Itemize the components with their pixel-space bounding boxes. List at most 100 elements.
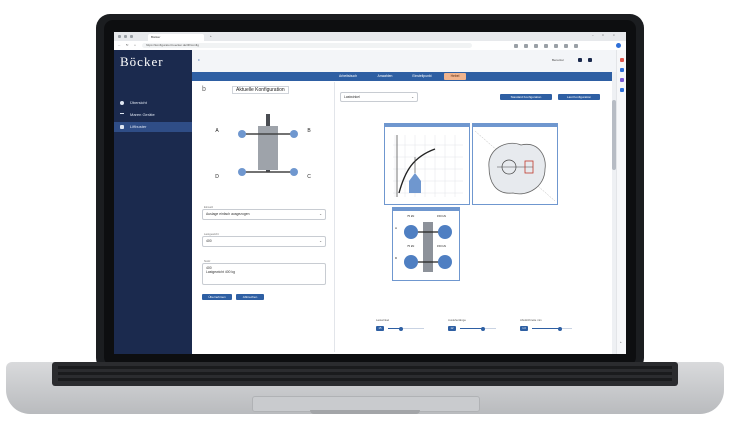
crane-chassis (423, 222, 433, 272)
hamburger-icon[interactable]: ≡ (198, 58, 200, 62)
wifi-icon (120, 113, 124, 118)
side-label-a: A (395, 226, 398, 230)
outrigger-card[interactable]: 75 kN 150 kN 75 kN 150 kN A D (392, 207, 460, 281)
load-curve-card[interactable] (384, 123, 470, 205)
sidebar-item-label: Liftbuster (130, 124, 147, 129)
chevron-down-icon: ⌄ (319, 239, 322, 243)
minimize-button[interactable]: – (592, 33, 594, 37)
home-icon[interactable]: ⌂ (134, 43, 136, 47)
sidebar-item-label: Maren Geräte (130, 112, 155, 117)
refresh-icon[interactable]: ↻ (126, 43, 129, 47)
cancel-button[interactable]: Abbrechen (236, 294, 264, 300)
position-label-c: C (307, 174, 311, 180)
load-config-button[interactable]: Last Konfiguration (558, 94, 600, 100)
reading-icon[interactable] (534, 44, 538, 48)
standard-config-button[interactable]: Standard Konfiguration (500, 94, 552, 100)
note-textarea[interactable]: 400 Lastgewicht 400 kg (202, 263, 326, 285)
sidebar: Böcker Übersicht Maren Geräte Liftbuster (114, 50, 192, 354)
chevron-down-icon: ⌄ (411, 95, 414, 99)
browser-tabbar: Böcker + – □ × (114, 32, 626, 41)
browser-side-panel: + (616, 50, 626, 354)
use-select[interactable]: Auslage einfach ausgezogen ⌄ (202, 209, 326, 220)
back-icon[interactable]: ← (118, 43, 121, 47)
window-icon[interactable] (118, 35, 121, 38)
split-icon[interactable] (544, 44, 548, 48)
slider-1-label: Lastwinkel (376, 318, 390, 322)
stability-zone (488, 142, 546, 195)
outrigger-diagram (404, 222, 452, 272)
use-select-value: Auslage einfach ausgezogen (206, 212, 250, 216)
pad-front-right[interactable] (438, 225, 452, 239)
outrigger-pad-d[interactable] (238, 168, 246, 176)
sidebar-item-overview[interactable]: Übersicht (114, 98, 192, 108)
collections-icon[interactable] (130, 35, 133, 38)
tab-einstellpunkt[interactable]: Einstellpunkt (404, 72, 440, 81)
slider-2-value[interactable]: 12 (448, 326, 456, 331)
app-root: Böcker Übersicht Maren Geräte Liftbuster… (114, 50, 626, 354)
slider-3-knob[interactable] (558, 326, 562, 331)
side-add-icon[interactable]: + (620, 340, 622, 344)
side-shopping-icon[interactable] (620, 68, 624, 72)
side-outlook-icon[interactable] (620, 88, 624, 92)
browser-tab[interactable]: Böcker (148, 34, 204, 41)
url-field[interactable]: https://konfigurator.boecker.de/lift/con… (142, 43, 472, 48)
close-button[interactable]: × (613, 33, 615, 37)
stability-diagram (474, 130, 556, 202)
dashboard-icon (120, 101, 124, 105)
pad-rear-right[interactable] (438, 255, 452, 269)
main-tabs: Arbeitsbuch Anwahlen Einstellpunkt Hebel (192, 72, 612, 81)
edge-copilot-icon[interactable] (616, 43, 621, 48)
user-icon[interactable] (578, 58, 582, 62)
slider-1-value[interactable]: 15 (376, 326, 384, 331)
laptop-notch (310, 410, 420, 414)
browser-tab-title: Böcker (151, 35, 161, 39)
user-name[interactable]: Benutzer (552, 58, 564, 62)
more-icon[interactable] (588, 58, 592, 62)
tab-anwahlen[interactable]: Anwahlen (370, 72, 400, 81)
wrench-icon (120, 125, 124, 129)
weight-select[interactable]: 400 ⌄ (202, 236, 326, 247)
chart-grid (393, 135, 463, 197)
pad-rear-left[interactable] (404, 255, 418, 269)
stability-card[interactable] (472, 123, 558, 205)
collections-bar-icon[interactable] (554, 44, 558, 48)
crane-body (258, 126, 278, 170)
position-label-a: A (215, 128, 219, 134)
tab-hebel[interactable]: Hebel (444, 73, 466, 80)
view-select[interactable]: Lastwinkel ⌄ (340, 92, 418, 102)
load-shape (409, 173, 421, 193)
card-header (393, 208, 459, 211)
menu-icon[interactable] (574, 44, 578, 48)
load-curve-chart (393, 135, 463, 197)
outrigger-pad-c[interactable] (290, 168, 298, 176)
slider-3-fill (532, 328, 560, 329)
view-select-value: Lastwinkel (344, 95, 360, 99)
side-search-icon[interactable] (620, 58, 624, 62)
app-topbar: ≡ Benutzer (192, 50, 626, 73)
pad-front-left[interactable] (404, 225, 418, 239)
extension-icon[interactable] (514, 44, 518, 48)
outrigger-pad-b[interactable] (290, 130, 298, 138)
slider-3-value[interactable]: 1.0 (520, 326, 528, 331)
favorites-icon[interactable] (524, 44, 528, 48)
crane-topview-diagram (238, 114, 298, 176)
position-label-b: B (307, 128, 311, 134)
tabs-icon[interactable] (124, 35, 127, 38)
sidebar-item-label: Übersicht (130, 100, 147, 105)
sidebar-item-devices[interactable]: Maren Geräte (114, 110, 192, 120)
share-icon[interactable] (564, 44, 568, 48)
laptop-screen: Böcker + – □ × ← ↻ ⌂ https://konfigurato… (114, 32, 626, 354)
new-tab-button[interactable]: + (210, 34, 212, 38)
keyboard (52, 362, 678, 386)
tab-arbeitsbuch[interactable]: Arbeitsbuch (330, 72, 366, 81)
weight-select-value: 400 (206, 239, 212, 243)
outrigger-pad-a[interactable] (238, 130, 246, 138)
sidebar-item-liftbuster[interactable]: Liftbuster (114, 122, 192, 132)
slider-1-knob[interactable] (398, 326, 403, 331)
side-tools-icon[interactable] (620, 78, 624, 82)
panel-title: Aktuelle Konfiguration (232, 86, 289, 94)
position-label-d: D (215, 174, 219, 180)
maximize-button[interactable]: □ (602, 33, 604, 37)
apply-button[interactable]: Übernehmen (202, 294, 232, 300)
slider-2-knob[interactable] (481, 326, 486, 331)
